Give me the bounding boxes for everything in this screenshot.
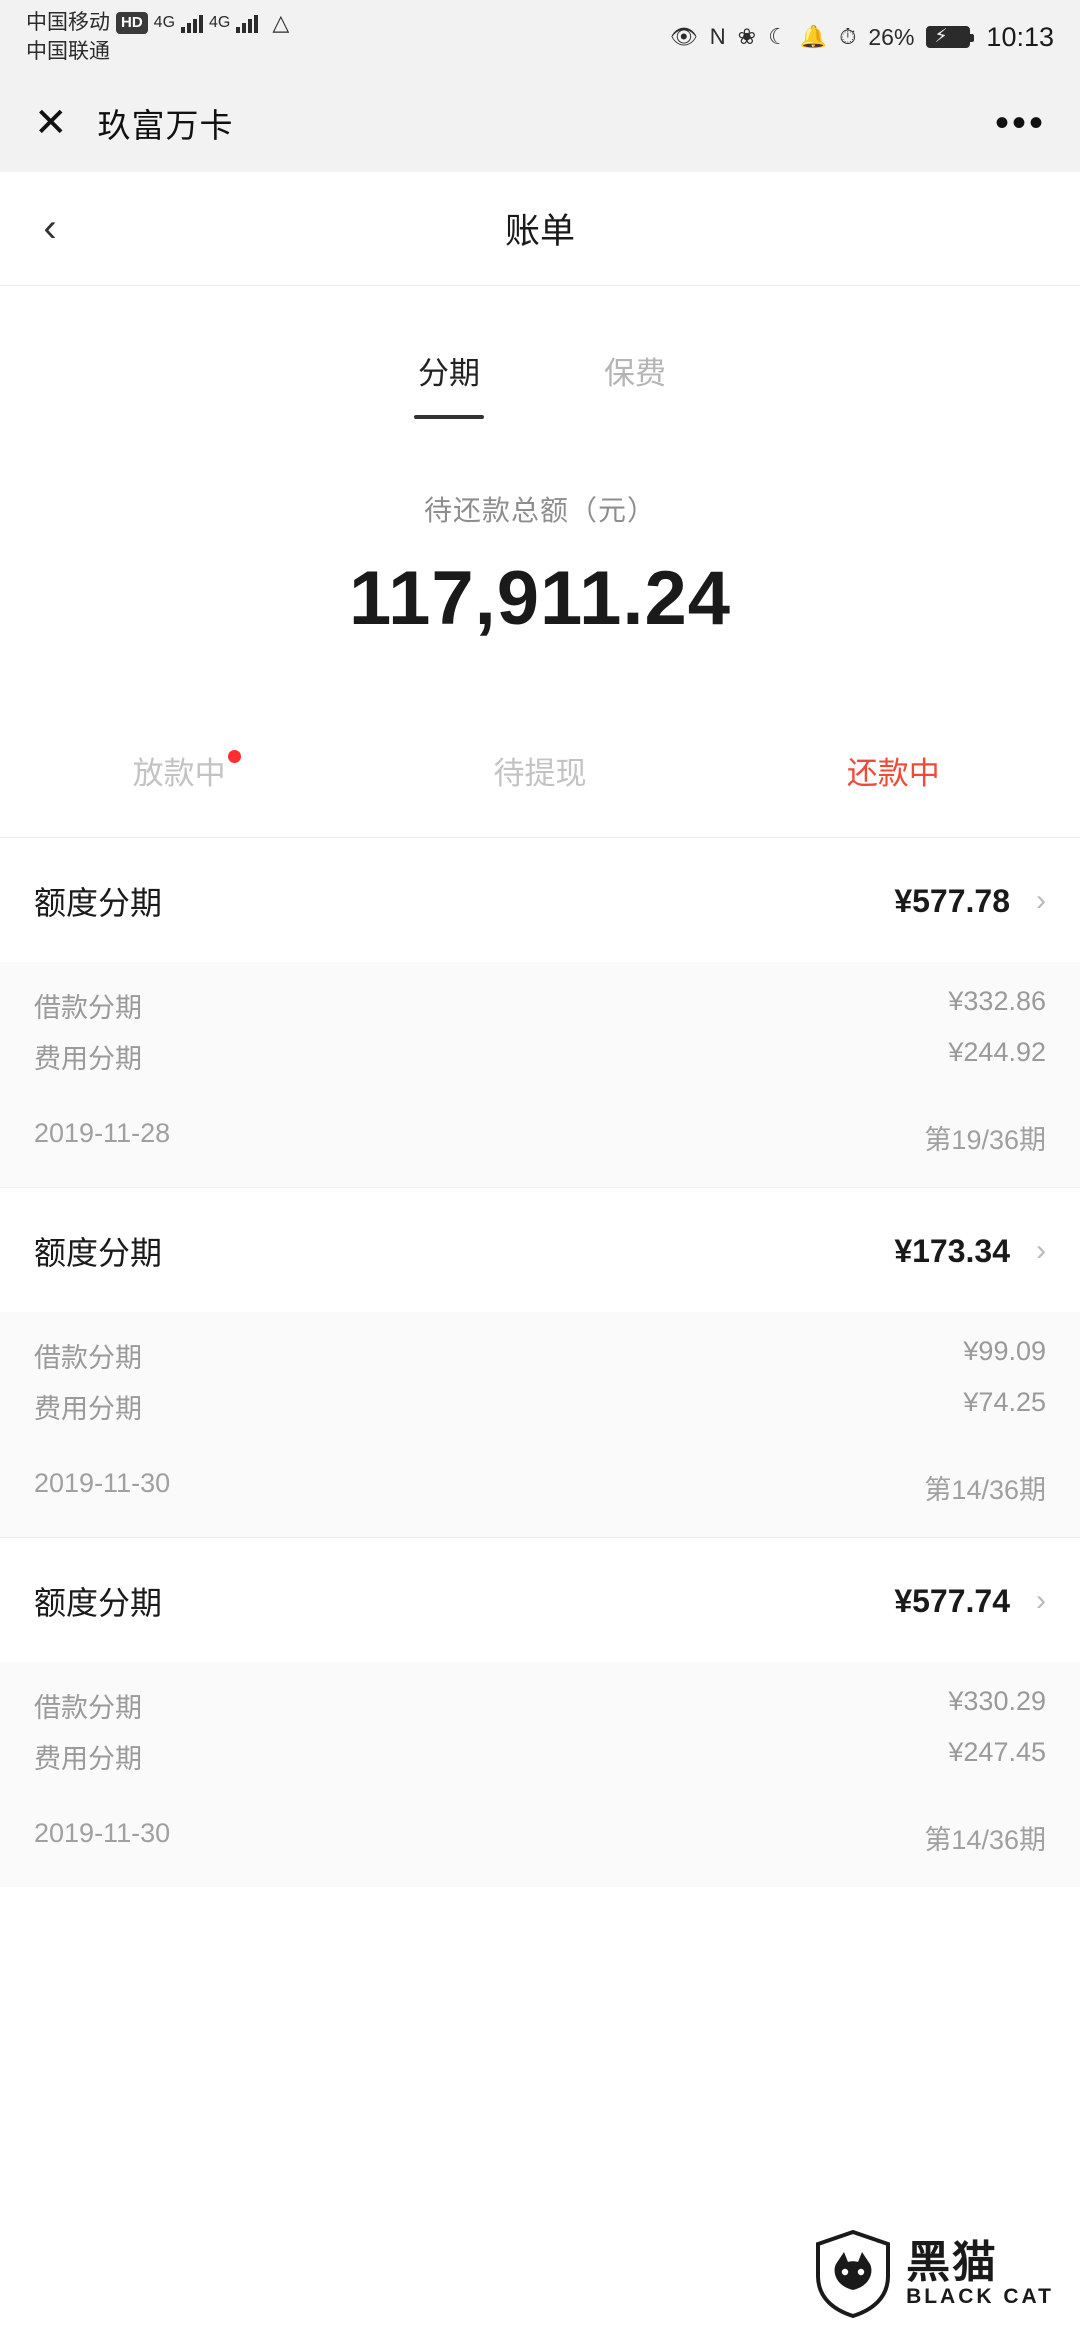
status-filter-disbursing[interactable]: 放款中	[10, 748, 363, 793]
carrier-1-network: 4G	[153, 14, 176, 32]
bill-title: 额度分期	[34, 1235, 163, 1271]
bill-detail-label: 借款分期	[34, 993, 142, 1023]
carrier-2-name: 中国联通	[26, 39, 110, 63]
battery-percent: 26%	[868, 23, 915, 50]
bill-date: 2019-11-30	[34, 1818, 171, 1848]
watermark: 黑猫 BLACK CAT	[814, 2230, 1054, 2318]
bill-term: 第14/36期	[924, 1475, 1046, 1505]
chevron-right-icon[interactable]: ›	[1036, 1584, 1046, 1618]
speed-icon: ⏱	[839, 24, 857, 49]
signal-bars-1-icon	[181, 13, 204, 33]
bill-detail-value: ¥247.45	[948, 1737, 1046, 1767]
status-bar: 中国移动 HD 4G 4G △ 中国联通 👁 N ❀ ☾ 🔔 ⏱ 26% ⚡ 1…	[0, 0, 1080, 74]
bill-detail-row: 借款分期 ¥99.09	[34, 1330, 1046, 1381]
eye-icon: 👁	[669, 24, 698, 49]
bill-detail-value: ¥74.25	[963, 1387, 1046, 1417]
nfc-icon: N	[709, 24, 726, 49]
signal-bars-2-icon	[236, 13, 259, 33]
bell-off-icon: 🔔	[799, 24, 828, 49]
bill-card-body: 借款分期 ¥99.09 费用分期 ¥74.25	[0, 1312, 1080, 1452]
bill-date: 2019-11-28	[34, 1118, 171, 1148]
bill-card-body: 借款分期 ¥330.29 费用分期 ¥247.45	[0, 1662, 1080, 1802]
bill-card-body: 借款分期 ¥332.86 费用分期 ¥244.92	[0, 962, 1080, 1102]
summary-amount: 117,911.24	[349, 556, 731, 641]
bill-detail-row: 费用分期 ¥74.25	[34, 1381, 1046, 1432]
bill-card[interactable]: 额度分期 ¥577.78 › 借款分期 ¥332.86 费用分期 ¥244.92…	[0, 838, 1080, 1187]
bill-detail-row: 借款分期 ¥332.86	[34, 980, 1046, 1031]
bill-amount: ¥577.74	[894, 1582, 1010, 1619]
page-title: 账单	[504, 212, 575, 251]
bill-detail-value: ¥99.09	[963, 1336, 1046, 1366]
status-icons: 👁 N ❀ ☾ 🔔 ⏱ 26% ⚡ 10:13	[670, 22, 1054, 53]
bill-detail-label: 费用分期	[34, 1044, 142, 1074]
bill-detail-label: 借款分期	[34, 1343, 142, 1373]
bill-detail-label: 费用分期	[34, 1744, 142, 1774]
miniapp-title: 玖富万卡	[97, 107, 234, 144]
carrier-row-1: 中国移动 HD 4G 4G △	[26, 8, 289, 38]
more-options-icon[interactable]: •••	[995, 103, 1046, 143]
bluetooth-icon: ❀	[737, 24, 757, 49]
bill-card-footer: 2019-11-28 第19/36期	[0, 1102, 1080, 1187]
bill-detail-value: ¥330.29	[948, 1686, 1046, 1716]
miniapp-bar: ✕ 玖富万卡 •••	[0, 74, 1080, 172]
summary-block: 待还款总额（元） 117,911.24	[0, 489, 1080, 642]
bill-title: 额度分期	[34, 1585, 163, 1621]
bill-card-footer: 2019-11-30 第14/36期	[0, 1802, 1080, 1887]
tab-premium[interactable]: 保费	[604, 348, 666, 393]
bill-detail-row: 费用分期 ¥244.92	[34, 1031, 1046, 1082]
status-filter-repaying[interactable]: 还款中	[717, 748, 1070, 793]
bill-term: 第19/36期	[924, 1125, 1046, 1155]
bill-title: 额度分期	[34, 885, 163, 921]
close-icon[interactable]: ✕	[34, 103, 68, 143]
status-filter-row: 放款中 待提现 还款中	[0, 748, 1080, 838]
tab-installment-label: 分期	[418, 356, 480, 391]
moon-icon: ☾	[768, 24, 788, 49]
bill-detail-value: ¥244.92	[948, 1037, 1046, 1067]
bill-term: 第14/36期	[924, 1825, 1046, 1855]
chevron-right-icon[interactable]: ›	[1036, 884, 1046, 918]
black-cat-shield-icon	[816, 2230, 891, 2318]
bill-detail-label: 借款分期	[34, 1693, 142, 1723]
clock: 10:13	[986, 21, 1054, 52]
bill-amount: ¥577.78	[894, 882, 1010, 919]
carrier-1-name: 中国移动	[26, 10, 110, 34]
bill-date: 2019-11-30	[34, 1468, 171, 1498]
bill-detail-row: 借款分期 ¥330.29	[34, 1680, 1046, 1731]
bill-detail-value: ¥332.86	[948, 986, 1046, 1016]
bill-detail-label: 费用分期	[34, 1394, 142, 1424]
wifi-icon: △	[272, 9, 290, 35]
carrier-row-2: 中国联通	[26, 38, 289, 66]
tab-active-indicator	[414, 415, 484, 419]
carrier-2-network: 4G	[209, 14, 231, 32]
bill-detail-row: 费用分期 ¥247.45	[34, 1731, 1046, 1782]
bill-card-header[interactable]: 额度分期 ¥577.78 ›	[0, 838, 1080, 962]
status-dot-icon	[227, 750, 241, 763]
bill-card-footer: 2019-11-30 第14/36期	[0, 1452, 1080, 1537]
status-filter-withdrawable[interactable]: 待提现	[363, 748, 716, 793]
bill-card[interactable]: 额度分期 ¥577.74 › 借款分期 ¥330.29 费用分期 ¥247.45…	[0, 1538, 1080, 1887]
bill-card[interactable]: 额度分期 ¥173.34 › 借款分期 ¥99.09 费用分期 ¥74.25 2…	[0, 1188, 1080, 1537]
chevron-right-icon[interactable]: ›	[1036, 1234, 1046, 1268]
carrier-info: 中国移动 HD 4G 4G △ 中国联通	[26, 8, 289, 66]
watermark-en: BLACK CAT	[906, 2285, 1054, 2309]
watermark-text: 黑猫 BLACK CAT	[906, 2237, 1054, 2309]
watermark-cn: 黑猫	[906, 2237, 999, 2287]
bill-card-header[interactable]: 额度分期 ¥577.74 ›	[0, 1538, 1080, 1662]
summary-label: 待还款总额（元）	[423, 495, 656, 526]
nav-bar: ‹ 账单	[0, 172, 1080, 286]
hd-badge: HD	[116, 11, 148, 34]
battery-icon: ⚡	[926, 26, 975, 48]
tab-premium-label: 保费	[604, 356, 666, 391]
bill-amount: ¥173.34	[894, 1232, 1010, 1269]
tab-installment[interactable]: 分期	[414, 348, 484, 419]
bill-card-header[interactable]: 额度分期 ¥173.34 ›	[0, 1188, 1080, 1312]
status-filter-disbursing-label: 放款中	[132, 756, 226, 791]
tab-bar: 分期 保费	[0, 286, 1080, 419]
